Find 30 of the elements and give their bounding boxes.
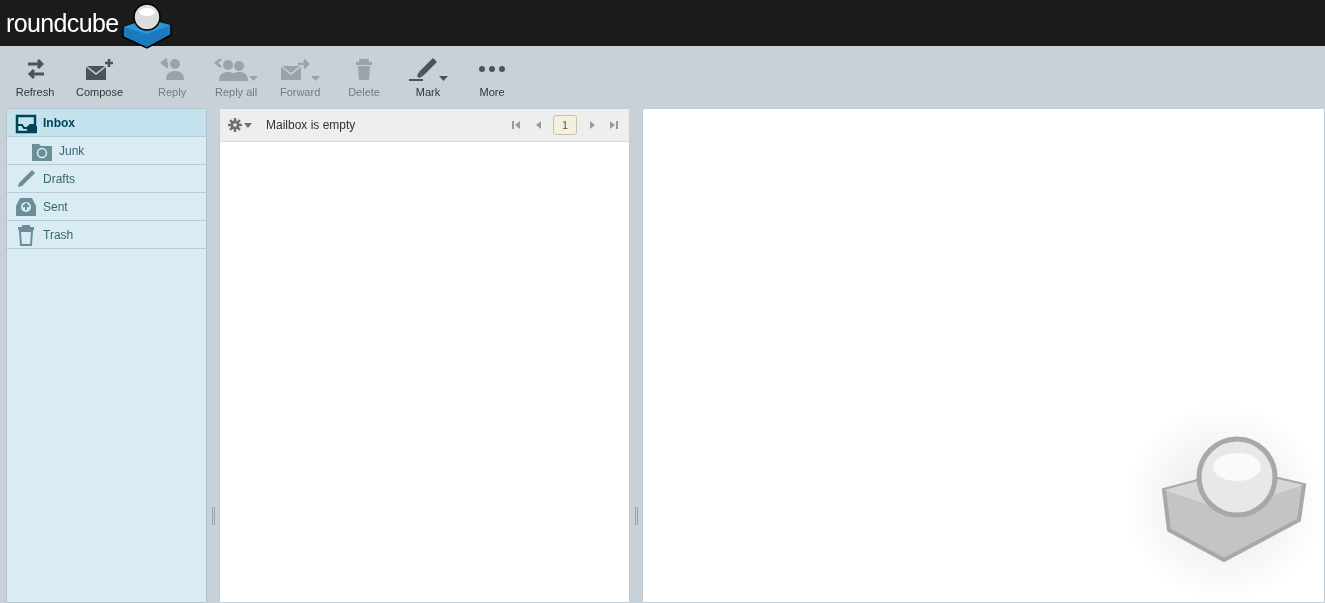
folder-item[interactable]: Trash (7, 221, 206, 249)
mailbox-status: Mailbox is empty (266, 117, 356, 134)
settings-menu-button[interactable] (228, 118, 252, 132)
drafts-pencil-icon (15, 167, 37, 190)
toolbar-button[interactable]: More (465, 55, 520, 99)
trash-icon (356, 58, 373, 80)
envelope-arrow-icon (280, 57, 311, 81)
folder-item[interactable]: Junk (7, 137, 206, 165)
reply-person-icon (159, 57, 185, 81)
more-dots-icon (479, 66, 506, 72)
swap-arrows-icon (26, 58, 44, 80)
folder-item[interactable]: Sent (7, 193, 206, 221)
logo-text: roundcube (6, 10, 119, 36)
watermark-cube-logo-icon (1159, 435, 1309, 565)
sent-tray-icon (15, 195, 37, 218)
last-page-icon[interactable] (607, 118, 621, 132)
toolbar-button[interactable]: Refresh (8, 55, 62, 99)
folder-item[interactable]: Inbox (7, 109, 206, 137)
caret-icon (244, 122, 252, 128)
trash-icon (15, 223, 37, 246)
first-page-icon[interactable] (509, 118, 523, 132)
toolbar-button[interactable]: Mark (401, 55, 456, 99)
folder-item[interactable]: Drafts (7, 165, 206, 193)
toolbar-button[interactable]: Compose (72, 55, 128, 99)
gear-icon (228, 118, 242, 132)
envelope-plus-icon (84, 57, 115, 81)
marker-pen-icon (408, 57, 439, 81)
cube-logo-icon (120, 1, 173, 49)
page-number: 1 (553, 115, 577, 135)
reply-people-icon (214, 56, 249, 82)
